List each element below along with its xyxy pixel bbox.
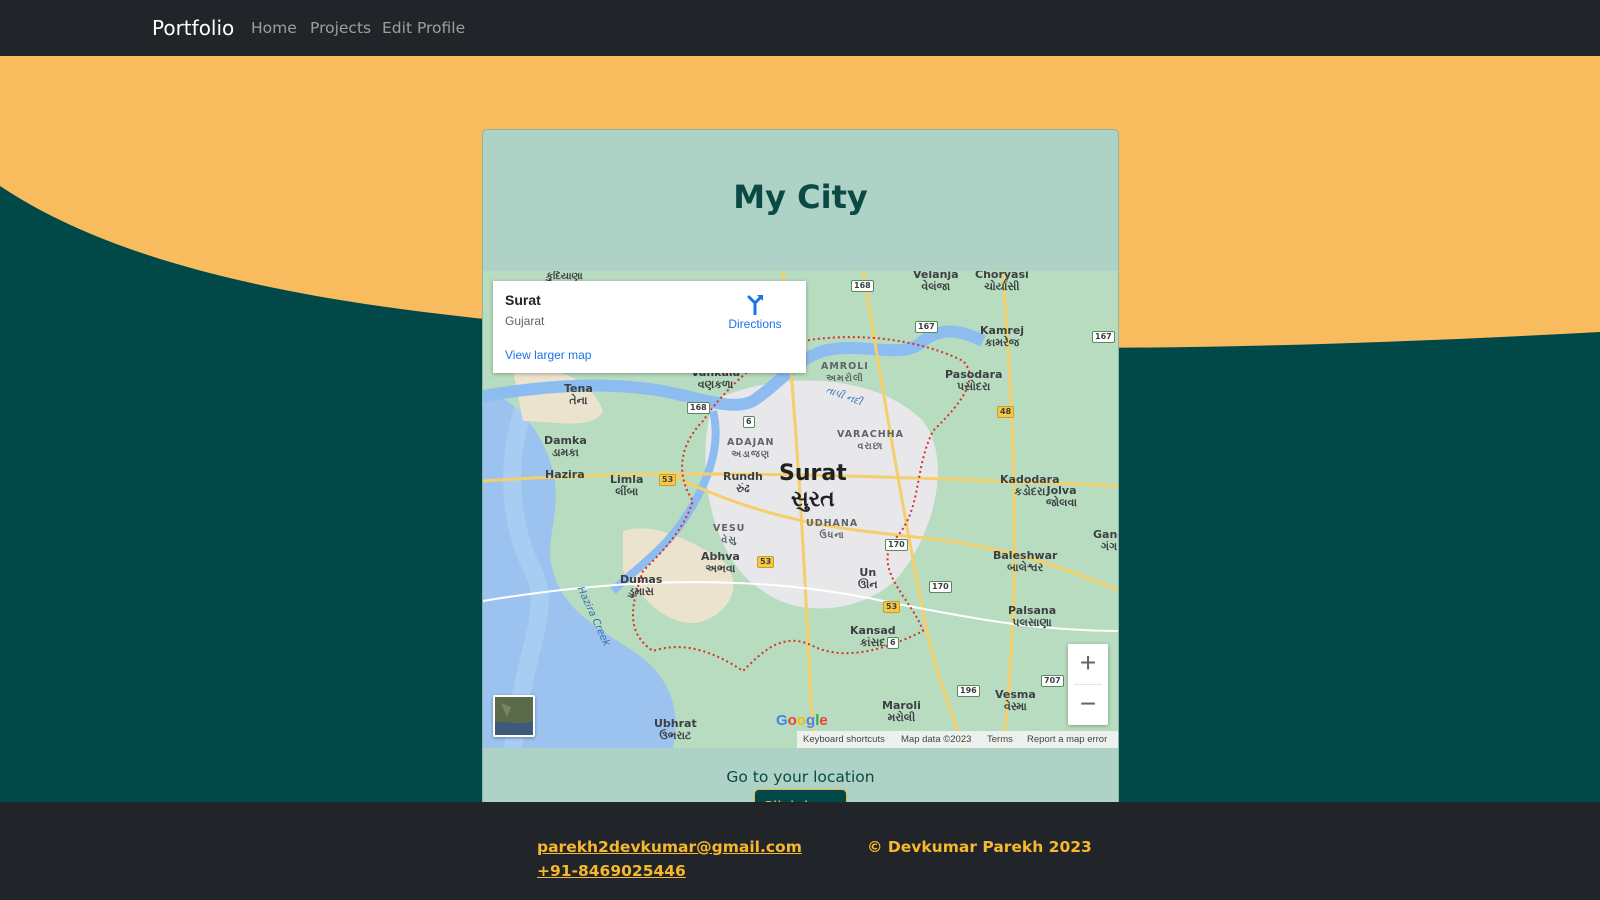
- directions-icon: [747, 295, 763, 315]
- map-label-gang: Gangગંગ: [1093, 528, 1118, 553]
- report-map-error-link[interactable]: Report a map error: [1027, 734, 1107, 745]
- highway-shield: 48: [997, 406, 1015, 418]
- nav-link-home[interactable]: Home: [251, 19, 297, 37]
- satellite-thumbnail-icon: [495, 697, 533, 735]
- map-label-choryasi: Choryasi ચોર્યાસી: [975, 271, 1029, 293]
- map-label-baleshwar: Baleshwar બાલેશ્વર: [993, 549, 1058, 574]
- map-label-amroli: AMROLI અમરોલી: [821, 361, 869, 384]
- map-label-abhva: Abhva અભવા: [701, 550, 740, 575]
- map-label-vesu: VESU વેસુ: [713, 523, 746, 546]
- highway-shield: 53: [883, 601, 901, 613]
- card-title: My City: [733, 178, 868, 216]
- nav-link-edit-profile[interactable]: Edit Profile: [382, 19, 465, 37]
- map-label-adajan: ADAJAN અડાજણ: [727, 437, 775, 460]
- map-label-dumas: Dumas ડુમાસ: [620, 573, 663, 598]
- map-label-maroli: Maroli મરોલી: [882, 699, 921, 724]
- map-place-region: Gujarat: [505, 314, 545, 328]
- highway-shield: 53: [757, 556, 775, 568]
- map-label-surat: Surat સુરત: [779, 461, 847, 512]
- footer: parekh2devkumar@gmail.com +91-8469025446…: [0, 802, 1600, 900]
- zoom-in-button[interactable]: +: [1068, 644, 1108, 684]
- highway-shield: 167: [1092, 331, 1115, 343]
- map-label-rundh: Rundh રુંઢ: [723, 470, 763, 495]
- map-info-box: Surat Gujarat View larger map Directions: [493, 281, 806, 373]
- map-label-palsana: Palsana પલસાણા: [1008, 604, 1057, 629]
- map-label-udhana: UDHANA ઉધના: [806, 518, 859, 541]
- map-label-velanja: Velanja વેલંજા: [913, 271, 959, 293]
- footer-phone-link[interactable]: +91-8469025446: [537, 862, 686, 880]
- google-map-embed[interactable]: કુદિયાણા Velanja વેલંજા Choryasi ચોર્યાસી …: [483, 271, 1118, 748]
- map-label-ubhrat: Ubhrat ઉભરાટ: [654, 717, 697, 742]
- directions-label: Directions: [728, 317, 782, 331]
- map-label-tena: Tena તેના: [564, 382, 593, 407]
- zoom-controls: + −: [1068, 644, 1108, 725]
- hero-section: My City કુદિયાણા Velanja વેલંજા Choryasi…: [0, 56, 1600, 802]
- map-label-vesma: Vesma વેસ્મા: [995, 688, 1036, 713]
- footer-email-link[interactable]: parekh2devkumar@gmail.com: [537, 838, 802, 856]
- map-data-credit: Map data ©2023: [901, 734, 972, 745]
- highway-shield: 53: [659, 474, 677, 486]
- keyboard-shortcuts-link[interactable]: Keyboard shortcuts: [803, 734, 885, 745]
- highway-shield: 170: [885, 539, 908, 551]
- map-label-hazira: Hazira: [545, 468, 585, 481]
- map-label-pasodara: Pasodara પસોદરા: [945, 368, 1003, 393]
- nav-link-projects[interactable]: Projects: [310, 19, 371, 37]
- map-label-jolva: Jolva જોલવા: [1046, 484, 1078, 509]
- map-label-un: Un ઊન: [858, 566, 878, 591]
- terms-link[interactable]: Terms: [987, 734, 1013, 745]
- satellite-view-toggle[interactable]: [493, 695, 535, 737]
- highway-shield: 170: [929, 581, 952, 593]
- go-to-location-text: Go to your location: [726, 768, 875, 786]
- city-card: My City કુદિયાણા Velanja વેલંજા Choryasi…: [482, 129, 1119, 802]
- highway-shield: 707: [1041, 675, 1064, 687]
- map-label-varachha: VARACHHA વરાછા: [837, 429, 904, 452]
- google-logo: Google: [776, 712, 828, 729]
- map-label-damka: Damka ડામકા: [544, 434, 587, 459]
- highway-shield: 196: [957, 685, 980, 697]
- map-place-name: Surat: [505, 292, 541, 308]
- directions-button[interactable]: Directions: [715, 293, 795, 331]
- map-attribution-bar: Keyboard shortcuts Map data ©2023 Terms …: [797, 731, 1118, 748]
- zoom-out-button[interactable]: −: [1068, 685, 1108, 725]
- highway-shield: 168: [851, 280, 874, 292]
- map-label-kamrej: Kamrej કામરેજ: [980, 324, 1025, 349]
- highway-shield: 168: [687, 402, 710, 414]
- view-larger-map-link[interactable]: View larger map: [505, 348, 591, 362]
- navbar: Portfolio Home Projects Edit Profile: [0, 0, 1600, 56]
- click-here-button[interactable]: Click here: [754, 789, 847, 802]
- navbar-brand[interactable]: Portfolio: [152, 16, 234, 40]
- footer-copyright: © Devkumar Parekh 2023: [867, 838, 1092, 856]
- highway-shield: 167: [915, 321, 938, 333]
- highway-shield: 6: [743, 416, 755, 428]
- map-label-limla: Limla લીંબા: [610, 473, 644, 498]
- highway-shield: 6: [887, 637, 899, 649]
